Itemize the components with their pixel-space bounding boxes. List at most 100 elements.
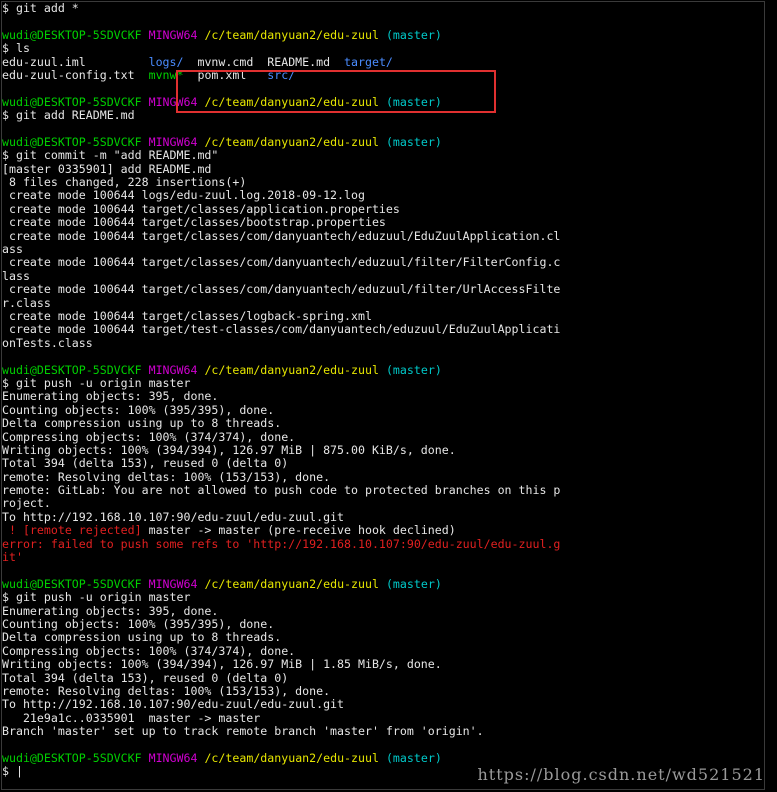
output-line: 21e9a1c..0335901 master -> master — [2, 712, 764, 725]
prompt-branch: (master) — [385, 363, 442, 377]
output-text: Enumerating objects: 395, done. — [2, 604, 219, 618]
cursor-prompt[interactable]: $ | — [2, 765, 23, 778]
prompt-shell: MINGW64 — [148, 577, 198, 591]
output-text: 8 files changed, 228 insertions(+) — [2, 176, 247, 190]
prompt-path: /c/team/danyuan2/edu-zuul — [204, 135, 379, 149]
output-text: remote: Resolving deltas: 100% (153/153)… — [2, 470, 331, 484]
output-text: Writing objects: 100% (394/394), 126.97 … — [2, 443, 456, 457]
output-text: $ git push -u origin master — [2, 376, 191, 390]
output-line: Writing objects: 100% (394/394), 126.97 … — [2, 444, 764, 457]
prompt-user: wudi@DESKTOP-5SDVCKF — [2, 363, 142, 377]
output-text: To http://192.168.10.107:90/edu-zuul/edu… — [2, 698, 345, 712]
output-text: create mode 100644 logs/edu-zuul.log.201… — [2, 189, 365, 203]
output-line: Delta compression using up to 8 threads. — [2, 417, 764, 430]
output-line: error: failed to push some refs to 'http… — [2, 538, 764, 551]
prompt-path: /c/team/danyuan2/edu-zuul — [204, 751, 379, 765]
prompt-line: wudi@DESKTOP-5SDVCKF MINGW64 /c/team/dan… — [2, 752, 764, 765]
output-text: Total 394 (delta 153), reused 0 (delta 0… — [2, 671, 289, 685]
terminal-window[interactable]: $ git add * wudi@DESKTOP-5SDVCKF MINGW64 … — [1, 1, 765, 790]
output-line: create mode 100644 logs/edu-zuul.log.201… — [2, 189, 764, 202]
output-text: $ git add * — [2, 2, 79, 15]
output-line: $ git commit -m "add README.md" — [2, 149, 764, 162]
prompt-user: wudi@DESKTOP-5SDVCKF — [2, 577, 142, 591]
output-line: create mode 100644 target/test-classes/c… — [2, 323, 764, 336]
output-line: remote: GitLab: You are not allowed to p… — [2, 484, 764, 497]
output-text: ass — [2, 243, 23, 257]
output-text: create mode 100644 target/classes/com/da… — [2, 283, 561, 297]
output-text: $ git add README.md — [2, 109, 135, 123]
output-text: mvnw* — [148, 68, 184, 82]
output-text: create mode 100644 target/classes/com/da… — [2, 229, 561, 243]
output-line: $ git add * — [2, 2, 764, 15]
output-line: $ git push -u origin master — [2, 377, 764, 390]
output-text: src/ — [267, 68, 296, 82]
prompt-branch: (master) — [385, 135, 442, 149]
prompt-user: wudi@DESKTOP-5SDVCKF — [2, 135, 142, 149]
output-text: create mode 100644 target/classes/applic… — [2, 202, 400, 216]
output-line: Enumerating objects: 395, done. — [2, 605, 764, 618]
output-line: create mode 100644 target/classes/com/da… — [2, 230, 764, 243]
output-line: r.class — [2, 297, 764, 310]
output-line: Total 394 (delta 153), reused 0 (delta 0… — [2, 672, 764, 685]
prompt-shell: MINGW64 — [148, 363, 198, 377]
output-line: ! [remote rejected] master -> master (pr… — [2, 524, 764, 537]
terminal-output: $ git add * wudi@DESKTOP-5SDVCKF MINGW64 … — [2, 2, 764, 779]
prompt-line: wudi@DESKTOP-5SDVCKF MINGW64 /c/team/dan… — [2, 364, 764, 377]
output-text: r.class — [2, 296, 51, 310]
output-line: lass — [2, 270, 764, 283]
output-line: $ git push -u origin master — [2, 591, 764, 604]
output-text: Enumerating objects: 395, done. — [2, 390, 219, 404]
output-text: Compressing objects: 100% (374/374), don… — [2, 430, 296, 444]
prompt-branch: (master) — [385, 751, 442, 765]
output-text: Writing objects: 100% (394/394), 126.97 … — [2, 658, 442, 672]
prompt-user: wudi@DESKTOP-5SDVCKF — [2, 751, 142, 765]
output-text: create mode 100644 target/test-classes/c… — [2, 323, 561, 337]
output-text: roject. — [2, 497, 51, 511]
prompt-branch: (master) — [385, 28, 442, 42]
prompt-line: wudi@DESKTOP-5SDVCKF MINGW64 /c/team/dan… — [2, 96, 764, 109]
output-line: edu-zuul.iml logs/ mvnw.cmd README.md ta… — [2, 56, 764, 69]
prompt-line: wudi@DESKTOP-5SDVCKF MINGW64 /c/team/dan… — [2, 136, 764, 149]
output-text: it' — [2, 551, 23, 565]
output-line: [master 0335901] add README.md — [2, 163, 764, 176]
output-line: edu-zuul-config.txt mvnw* pom.xml src/ — [2, 69, 764, 82]
output-text: edu-zuul.iml — [2, 55, 149, 69]
output-line: it' — [2, 551, 764, 564]
output-text: Delta compression using up to 8 threads. — [2, 417, 282, 431]
output-text: logs/ — [148, 55, 184, 69]
output-text: Compressing objects: 100% (374/374), don… — [2, 644, 296, 658]
prompt-user: wudi@DESKTOP-5SDVCKF — [2, 95, 142, 109]
output-line: create mode 100644 target/classes/bootst… — [2, 216, 764, 229]
output-line: create mode 100644 target/classes/com/da… — [2, 283, 764, 296]
output-line: onTests.class — [2, 337, 764, 350]
output-line: Counting objects: 100% (395/395), done. — [2, 404, 764, 417]
output-text: $ git commit -m "add README.md" — [2, 149, 219, 163]
output-text: Total 394 (delta 153), reused 0 (delta 0… — [2, 457, 289, 471]
output-line: ass — [2, 243, 764, 256]
prompt-shell: MINGW64 — [148, 95, 198, 109]
output-line: To http://192.168.10.107:90/edu-zuul/edu… — [2, 511, 764, 524]
prompt-path: /c/team/danyuan2/edu-zuul — [204, 363, 379, 377]
output-line: Delta compression using up to 8 threads. — [2, 631, 764, 644]
prompt-shell: MINGW64 — [148, 28, 198, 42]
output-text: pom.xml — [183, 68, 268, 82]
output-text: remote: Resolving deltas: 100% (153/153)… — [2, 684, 331, 698]
output-line: create mode 100644 target/classes/applic… — [2, 203, 764, 216]
prompt-line: wudi@DESKTOP-5SDVCKF MINGW64 /c/team/dan… — [2, 578, 764, 591]
prompt-path: /c/team/danyuan2/edu-zuul — [204, 577, 379, 591]
prompt-path: /c/team/danyuan2/edu-zuul — [204, 95, 379, 109]
prompt-shell: MINGW64 — [148, 135, 198, 149]
prompt-branch: (master) — [385, 95, 442, 109]
output-line: remote: Resolving deltas: 100% (153/153)… — [2, 685, 764, 698]
output-line: $ ls — [2, 42, 764, 55]
prompt-shell: MINGW64 — [148, 751, 198, 765]
output-text: $ ls — [2, 42, 30, 56]
output-text: create mode 100644 target/classes/bootst… — [2, 216, 386, 230]
output-line: Compressing objects: 100% (374/374), don… — [2, 645, 764, 658]
output-text: remote: GitLab: You are not allowed to p… — [2, 484, 561, 498]
output-line: Enumerating objects: 395, done. — [2, 390, 764, 403]
output-text: mvnw.cmd README.md — [183, 55, 345, 69]
output-line: roject. — [2, 497, 764, 510]
